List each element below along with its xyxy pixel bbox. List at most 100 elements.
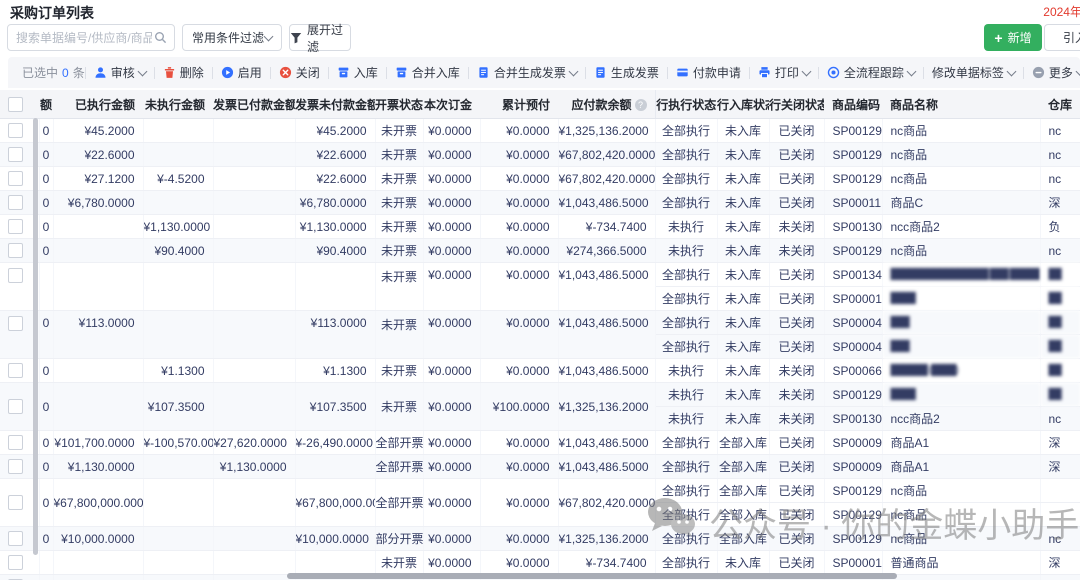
selected-count-info: 已选中 0 条 [22, 64, 85, 81]
cell-invoice_status: 未开票 [375, 383, 423, 431]
cell-unexec_amount [143, 551, 213, 575]
col-header-exec_amount: 已执行金额 [53, 90, 143, 119]
row-checkbox[interactable] [8, 495, 23, 510]
row-checkbox[interactable] [8, 171, 23, 186]
table-row[interactable]: 未开票¥0.0000¥0.0000¥1,043,486.5000全部执行未入库已… [0, 263, 1080, 287]
cell-line_exec: 未执行 [655, 407, 717, 431]
table-row[interactable]: 0¥1,130.0000¥1,130.0000未开票¥0.0000¥0.0000… [0, 215, 1080, 239]
toolbar-merge-inbound-button[interactable]: 合并入库 [395, 64, 460, 81]
cell-line_close: 已关闭 [769, 503, 824, 527]
cell-line_close: 已关闭 [769, 191, 824, 215]
toolbar-enable-button[interactable]: 启用 [221, 64, 262, 81]
cell-clip [39, 263, 53, 311]
import-button[interactable]: 引入 [1044, 24, 1080, 51]
row-checkbox[interactable] [8, 147, 23, 162]
toolbar-payment-request-button[interactable]: 付款申请 [676, 64, 741, 81]
row-checkbox[interactable] [8, 531, 23, 546]
cell-product_code: SP00129 [824, 527, 882, 551]
quick-filter-dropdown[interactable]: 常用条件过滤 [182, 24, 282, 51]
trash-icon [163, 66, 176, 79]
horizontal-scrollbar[interactable] [287, 573, 897, 579]
table-row[interactable]: 0¥22.6000¥22.6000未开票¥0.0000¥0.0000¥67,80… [0, 143, 1080, 167]
cell-clip: 0 [39, 479, 53, 527]
toolbar-modify-tag-button[interactable]: 修改单据标签 [932, 64, 1015, 81]
table-row[interactable]: 0¥27.1200¥-4.5200¥22.6000未开票¥0.0000¥0.00… [0, 167, 1080, 191]
toolbar-print-button[interactable]: 打印 [758, 64, 810, 81]
cell-deposit: ¥0.0000 [423, 455, 480, 479]
cell-clip: 0 [39, 167, 53, 191]
vertical-scrollbar[interactable] [33, 118, 38, 555]
table-row[interactable]: 0¥45.2000¥45.2000未开票¥0.0000¥0.0000¥1,325… [0, 119, 1080, 143]
cell-line_inbound: 未入库 [717, 239, 769, 263]
toolbar-close-button[interactable]: 关闭 [279, 64, 320, 81]
toolbar-more-button[interactable]: 更多 [1032, 64, 1080, 81]
cell-prepaid: ¥0.0000 [480, 143, 558, 167]
row-checkbox[interactable] [8, 268, 23, 283]
row-checkbox[interactable] [8, 399, 23, 414]
invoice-icon [594, 66, 607, 79]
toolbar-modify-tag-label: 修改单据标签 [932, 64, 1004, 81]
row-checkbox[interactable] [8, 555, 23, 570]
row-checkbox[interactable] [8, 123, 23, 138]
search-icon[interactable] [154, 31, 174, 44]
cell-line_exec: 未执行 [655, 215, 717, 239]
search-box[interactable] [7, 24, 175, 51]
table-row[interactable]: 0¥107.3500¥107.3500未开票¥0.0000¥100.0000¥1… [0, 383, 1080, 407]
toolbar-merge-inbound-label: 合并入库 [412, 64, 460, 81]
search-input[interactable] [8, 31, 154, 45]
table-row[interactable]: 0¥6,780.0000¥6,780.0000未开票¥0.0000¥0.0000… [0, 191, 1080, 215]
cell-product_code: SP001303 [824, 215, 882, 239]
cell-invoice_status: 未开票 [375, 359, 423, 383]
cell-line_close: 已关闭 [769, 119, 824, 143]
cell-invoice_unpaid: ¥10,000.0000 [295, 527, 375, 551]
row-checkbox[interactable] [8, 459, 23, 474]
toolbar-gen-invoice-button[interactable]: 生成发票 [594, 64, 659, 81]
cell-invoice_status: 未开票 [375, 167, 423, 191]
row-checkbox[interactable] [8, 219, 23, 234]
cell-payable_balance: ¥1,043,486.5000 [558, 263, 655, 311]
table-row[interactable]: 0¥1,130.0000¥1,130.0000全部开票¥0.0000¥0.000… [0, 455, 1080, 479]
toolbar-audit-button[interactable]: 审核 [94, 64, 146, 81]
table-row[interactable]: 0¥113.0000¥113.0000未开票¥0.0000¥0.0000¥1,0… [0, 311, 1080, 335]
cell-warehouse: ██ [1040, 263, 1080, 287]
header-checkbox[interactable] [8, 97, 23, 112]
cell-unexec_amount: ¥90.4000 [143, 239, 213, 263]
col-header-sel[interactable] [0, 90, 39, 119]
cell-line_inbound: 未入库 [717, 311, 769, 335]
cell-invoice_unpaid [295, 455, 375, 479]
cell-payable_balance: ¥1,043,486.5000 [558, 431, 655, 455]
cell-prepaid: ¥0.0000 [480, 215, 558, 239]
cell-invoice_status: 全部开票 [375, 455, 423, 479]
toolbar-delete-button[interactable]: 删除 [163, 64, 204, 81]
cell-exec_amount [53, 551, 143, 575]
table-row[interactable]: 0¥90.4000¥90.4000未开票¥0.0000¥0.0000¥274,3… [0, 239, 1080, 263]
row-checkbox[interactable] [8, 316, 23, 331]
expand-filter-button[interactable]: 展开过滤 [289, 24, 351, 51]
cell-payable_balance: ¥1,043,486.5000 [558, 191, 655, 215]
row-checkbox[interactable] [8, 195, 23, 210]
add-button[interactable]: + 新增 [984, 24, 1042, 51]
cell-warehouse: ██ [1040, 311, 1080, 335]
table-row[interactable]: 0¥101,700.0000¥-100,570.0000¥27,620.0000… [0, 431, 1080, 455]
toolbar-inbound-button[interactable]: 入库 [337, 64, 378, 81]
row-checkbox[interactable] [8, 243, 23, 258]
info-icon[interactable]: ? [635, 99, 647, 111]
cell-invoice_unpaid: ¥107.3500 [295, 383, 375, 431]
table-row[interactable]: 0¥67,800,000.0000¥67,800,000.0000全部开票¥0.… [0, 479, 1080, 503]
cell-exec_amount: ¥6,780.0000 [53, 191, 143, 215]
row-checkbox[interactable] [8, 435, 23, 450]
cell-line_close: 已关闭 [769, 287, 824, 311]
chevron-down-icon [1006, 66, 1016, 76]
toolbar-full-track-button[interactable]: 全流程跟踪 [827, 64, 915, 81]
cell-product_code: SP00009 [824, 455, 882, 479]
table-row[interactable]: 0¥1.1300¥1.1300未开票¥0.0000¥0.0000¥1,043,4… [0, 359, 1080, 383]
col-header-line_close: 行关闭状态 [769, 90, 824, 119]
toolbar-merge-gen-invoice-button[interactable]: 合并生成发票 [477, 64, 577, 81]
col-header-product_name: 商品名称 [882, 90, 1040, 119]
cell-invoice_unpaid: ¥22.6000 [295, 143, 375, 167]
col-header-prepaid: 累计预付 [480, 90, 558, 119]
table-row[interactable]: 未开票¥0.0000¥0.0000¥-734.7400全部执行未入库已关闭SP0… [0, 551, 1080, 575]
table-row[interactable]: 0¥10,000.0000¥10,000.0000部分开票¥0.0000¥0.0… [0, 527, 1080, 551]
add-button-label: 新增 [1008, 29, 1032, 46]
row-checkbox[interactable] [8, 363, 23, 378]
